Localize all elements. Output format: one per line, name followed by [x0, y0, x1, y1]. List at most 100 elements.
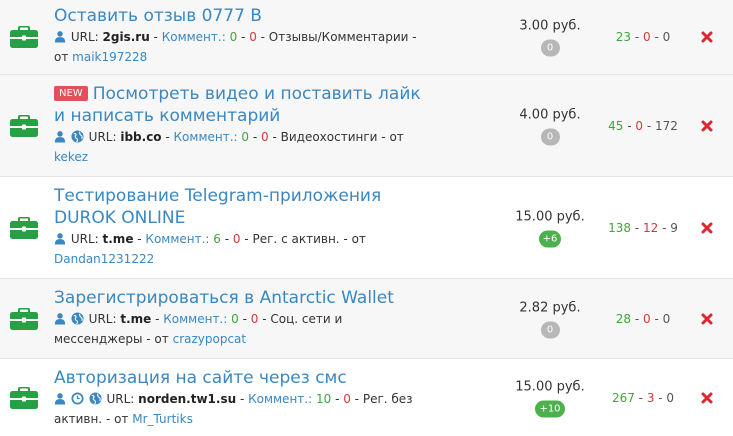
url-label: URL:: [88, 312, 117, 326]
task-meta: URL: t.me - Коммент.: 0 - 0 - Соц. сети …: [54, 312, 343, 346]
price-badge: +6: [538, 230, 562, 247]
briefcase-icon: [10, 217, 38, 239]
task-author-link[interactable]: Mr_Turtiks: [132, 412, 193, 426]
from-label: от: [351, 232, 366, 246]
task-stats: 45 - 0 - 172: [608, 118, 678, 133]
price-value: 2.82 руб.: [519, 300, 581, 315]
price-value: 4.00 руб.: [519, 107, 581, 122]
task-author-link[interactable]: Dandan1231222: [54, 252, 154, 266]
stat-rejected: 12: [642, 220, 659, 235]
close-icon[interactable]: [700, 312, 714, 326]
close-icon[interactable]: [700, 30, 714, 44]
stat-rejected: 0: [635, 118, 643, 133]
task-price: 15.00 руб. +6: [505, 208, 595, 247]
user-icon: [54, 312, 66, 325]
briefcase-icon: [10, 308, 38, 330]
comments-positive: 6: [213, 232, 221, 246]
stat-pending: 0: [662, 30, 671, 44]
stat-pending: 0: [666, 390, 675, 405]
globe-icon: [71, 130, 84, 143]
task-title-link[interactable]: Посмотреть видео и поставить лайк и напи…: [54, 84, 421, 126]
url-label: URL:: [88, 130, 117, 144]
task-row: Оставить отзыв 0777 В URL: 2gis.ru - Ком…: [0, 0, 733, 75]
comments-negative: 0: [250, 312, 259, 326]
stat-pending: 0: [662, 311, 671, 326]
user-icon: [54, 232, 66, 245]
stat-approved: 138: [608, 220, 632, 235]
task-price: 15.00 руб. +10: [505, 378, 595, 417]
stat-rejected: 3: [646, 390, 655, 405]
task-title-link[interactable]: Авторизация на сайте через смс: [54, 368, 347, 388]
clock-icon: [71, 392, 84, 405]
comments-label[interactable]: Коммент.:: [174, 130, 238, 144]
task-row: Тестирование Telegram-приложения DUROK O…: [0, 177, 733, 279]
task-price: 4.00 руб. 0: [505, 106, 595, 145]
price-value: 15.00 руб.: [515, 379, 585, 394]
comments-negative: 0: [232, 232, 241, 246]
from-label: от: [389, 130, 404, 144]
from-label: от: [154, 332, 169, 346]
task-author-link[interactable]: maik197228: [72, 50, 147, 64]
task-content: NEW Посмотреть видео и поставить лайк и н…: [54, 83, 424, 167]
price-badge: 0: [540, 321, 560, 338]
comments-label[interactable]: Коммент.:: [162, 30, 226, 44]
from-label: от: [114, 412, 129, 426]
task-content: Авторизация на сайте через смс URL: nord…: [54, 367, 424, 429]
task-meta: URL: norden.tw1.su - Коммент.: 10 - 0 - …: [54, 392, 413, 426]
comments-label[interactable]: Коммент.:: [145, 232, 209, 246]
task-row: Зарегистрироваться в Antarctic Wallet UR…: [0, 279, 733, 359]
task-content: Оставить отзыв 0777 В URL: 2gis.ru - Ком…: [54, 5, 424, 67]
comments-negative: 0: [343, 392, 351, 406]
stat-approved: 28: [615, 311, 632, 326]
comments-positive: 0: [231, 312, 239, 326]
task-row: Авторизация на сайте через смс URL: nord…: [0, 359, 733, 436]
task-author-link[interactable]: kekez: [54, 150, 88, 164]
close-icon[interactable]: [700, 221, 714, 235]
comments-label[interactable]: Коммент.:: [248, 392, 312, 406]
stat-rejected: 0: [643, 311, 651, 326]
url-label: URL:: [70, 232, 99, 246]
close-icon[interactable]: [700, 119, 714, 133]
briefcase-icon: [10, 115, 38, 137]
stat-approved: 23: [615, 30, 632, 44]
task-category: Рег. с активн.: [252, 232, 340, 246]
task-row: NEW Посмотреть видео и поставить лайк и н…: [0, 75, 733, 177]
task-url: t.me: [102, 232, 134, 246]
task-category: Отзывы/Комментарии: [268, 30, 409, 44]
stat-pending: 9: [670, 220, 678, 235]
task-stats: 23 - 0 - 0: [615, 30, 671, 44]
comments-positive: 0: [241, 130, 250, 144]
close-icon[interactable]: [700, 391, 714, 405]
user-icon: [54, 130, 66, 143]
task-content: Зарегистрироваться в Antarctic Wallet UR…: [54, 287, 424, 349]
stat-pending: 172: [654, 118, 678, 133]
comments-positive: 10: [315, 392, 332, 406]
from-label: от: [54, 50, 69, 64]
user-icon: [54, 30, 66, 43]
price-badge: +10: [535, 400, 565, 417]
task-stats: 138 - 12 - 9: [608, 220, 678, 235]
task-price: 3.00 руб. 0: [505, 18, 595, 57]
task-title-link[interactable]: Тестирование Telegram-приложения DUROK O…: [54, 186, 381, 228]
new-badge: NEW: [54, 86, 88, 101]
task-meta: URL: t.me - Коммент.: 6 - 0 - Рег. с акт…: [54, 232, 366, 266]
briefcase-icon: [10, 26, 38, 48]
task-meta: URL: ibb.co - Коммент.: 0 - 0 - Видеохос…: [54, 130, 404, 164]
stat-rejected: 0: [643, 30, 651, 44]
task-title-link[interactable]: Оставить отзыв 0777 В: [54, 6, 262, 26]
task-title-link[interactable]: Зарегистрироваться в Antarctic Wallet: [54, 288, 394, 308]
task-url: t.me: [120, 312, 152, 326]
price-badge: 0: [540, 128, 560, 145]
price-value: 15.00 руб.: [515, 209, 585, 224]
globe-icon: [89, 392, 102, 405]
globe-icon: [71, 312, 84, 325]
task-list: Оставить отзыв 0777 В URL: 2gis.ru - Ком…: [0, 0, 733, 436]
task-stats: 28 - 0 - 0: [615, 311, 671, 326]
task-author-link[interactable]: crazypopcat: [173, 332, 247, 346]
price-badge: 0: [540, 39, 560, 57]
user-icon: [54, 392, 66, 405]
task-price: 2.82 руб. 0: [505, 299, 595, 338]
comments-label[interactable]: Коммент.:: [163, 312, 227, 326]
comments-negative: 0: [249, 30, 257, 44]
task-content: Тестирование Telegram-приложения DUROK O…: [54, 185, 424, 269]
